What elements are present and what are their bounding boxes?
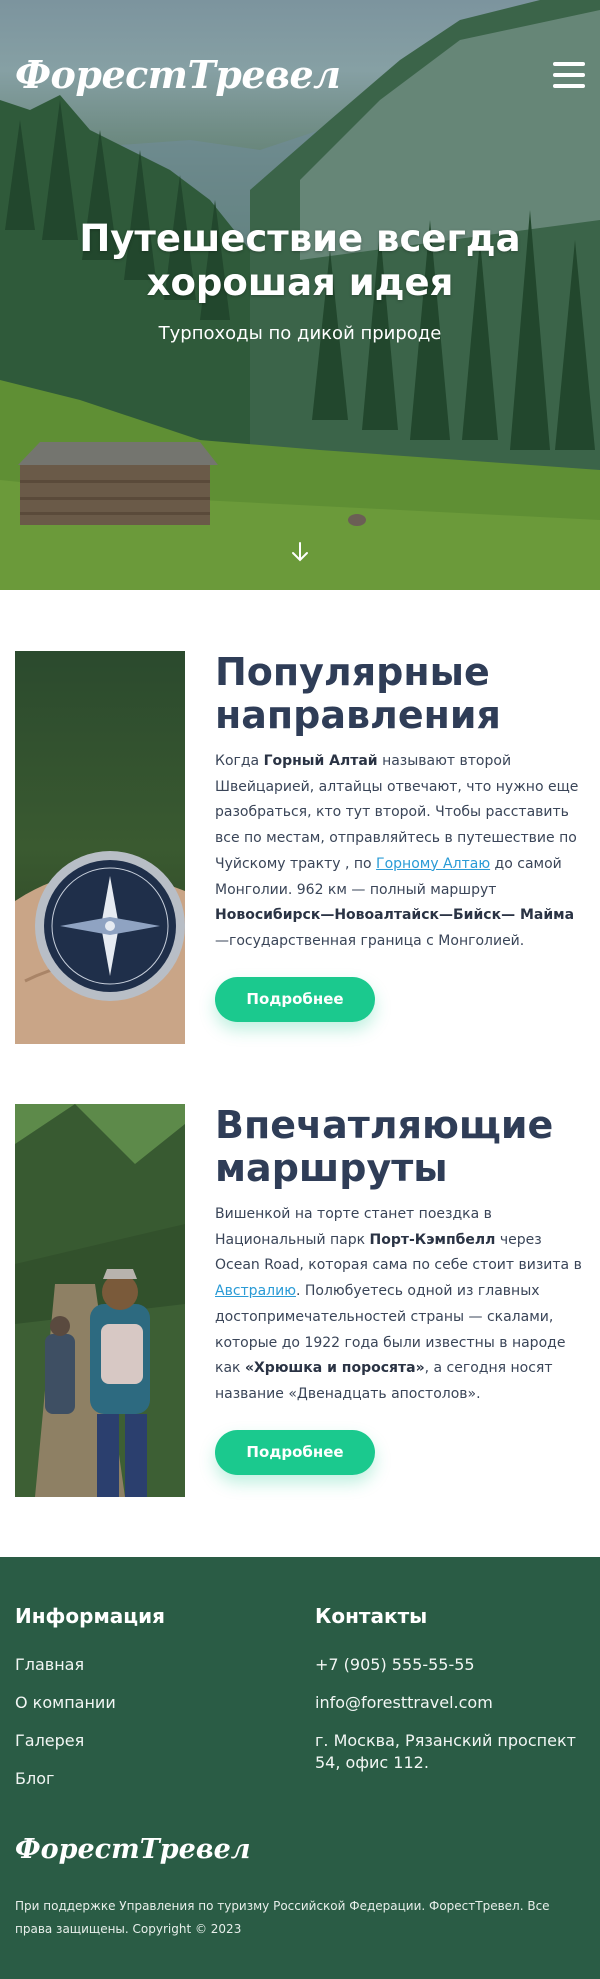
compass-photo bbox=[15, 651, 185, 1044]
section-title: Популярные направления bbox=[215, 650, 501, 737]
footer-link-home[interactable]: Главная bbox=[15, 1654, 285, 1676]
hero-subtitle: Турпоходы по дикой природе bbox=[158, 323, 442, 344]
footer-logo[interactable]: ФорестТревел bbox=[15, 1834, 251, 1865]
footer-contacts-column: Контакты +7 (905) 555-55-55 info@forestt… bbox=[315, 1604, 590, 1790]
footer-link-about[interactable]: О компании bbox=[15, 1692, 285, 1714]
site-logo[interactable]: ФорестТревел bbox=[15, 52, 341, 97]
australia-link[interactable]: Австралию bbox=[215, 1283, 296, 1299]
section-description: Когда Горный Алтай называют второй Швейц… bbox=[215, 753, 579, 949]
gorny-altai-link[interactable]: Горному Алтаю bbox=[376, 856, 490, 872]
arrow-down-icon[interactable] bbox=[290, 540, 310, 564]
footer-info-column: Информация Главная О компании Галерея Бл… bbox=[15, 1604, 285, 1806]
section-title: Впечатляющие маршруты bbox=[215, 1103, 554, 1190]
footer-address: г. Москва, Рязанский проспект 54, офис 1… bbox=[315, 1731, 576, 1772]
footer-link-gallery[interactable]: Галерея bbox=[15, 1730, 285, 1752]
footer-phone[interactable]: +7 (905) 555-55-55 bbox=[315, 1654, 590, 1676]
footer-copyright: При поддержке Управления по туризму Росс… bbox=[15, 1899, 550, 1936]
section-popular-destinations: Популярные направления Когда Горный Алта… bbox=[0, 651, 600, 1104]
hero-banner: ФорестТревел Путешествие всегда хорошая … bbox=[0, 0, 600, 590]
hut bbox=[18, 442, 218, 525]
footer-contacts-title: Контакты bbox=[315, 1604, 428, 1628]
more-button[interactable]: Подробнее bbox=[215, 1429, 375, 1475]
footer-email[interactable]: info@foresttravel.com bbox=[315, 1692, 590, 1714]
hikers-photo bbox=[15, 1104, 185, 1497]
footer-link-blog[interactable]: Блог bbox=[15, 1768, 285, 1790]
hamburger-menu-icon[interactable] bbox=[553, 62, 585, 88]
section-text: Впечатляющие маршруты Вишенкой на торте … bbox=[215, 1104, 585, 1475]
section-description: Вишенкой на торте станет поездка в Нацио… bbox=[215, 1206, 582, 1402]
site-footer: Информация Главная О компании Галерея Бл… bbox=[0, 1557, 600, 1979]
section-impressive-routes: Впечатляющие маршруты Вишенкой на торте … bbox=[0, 1104, 600, 1557]
section-text: Популярные направления Когда Горный Алта… bbox=[215, 651, 585, 1022]
more-button[interactable]: Подробнее bbox=[215, 976, 375, 1022]
footer-info-title: Информация bbox=[15, 1604, 165, 1628]
hero-title: Путешествие всегда хорошая идея bbox=[79, 217, 521, 304]
